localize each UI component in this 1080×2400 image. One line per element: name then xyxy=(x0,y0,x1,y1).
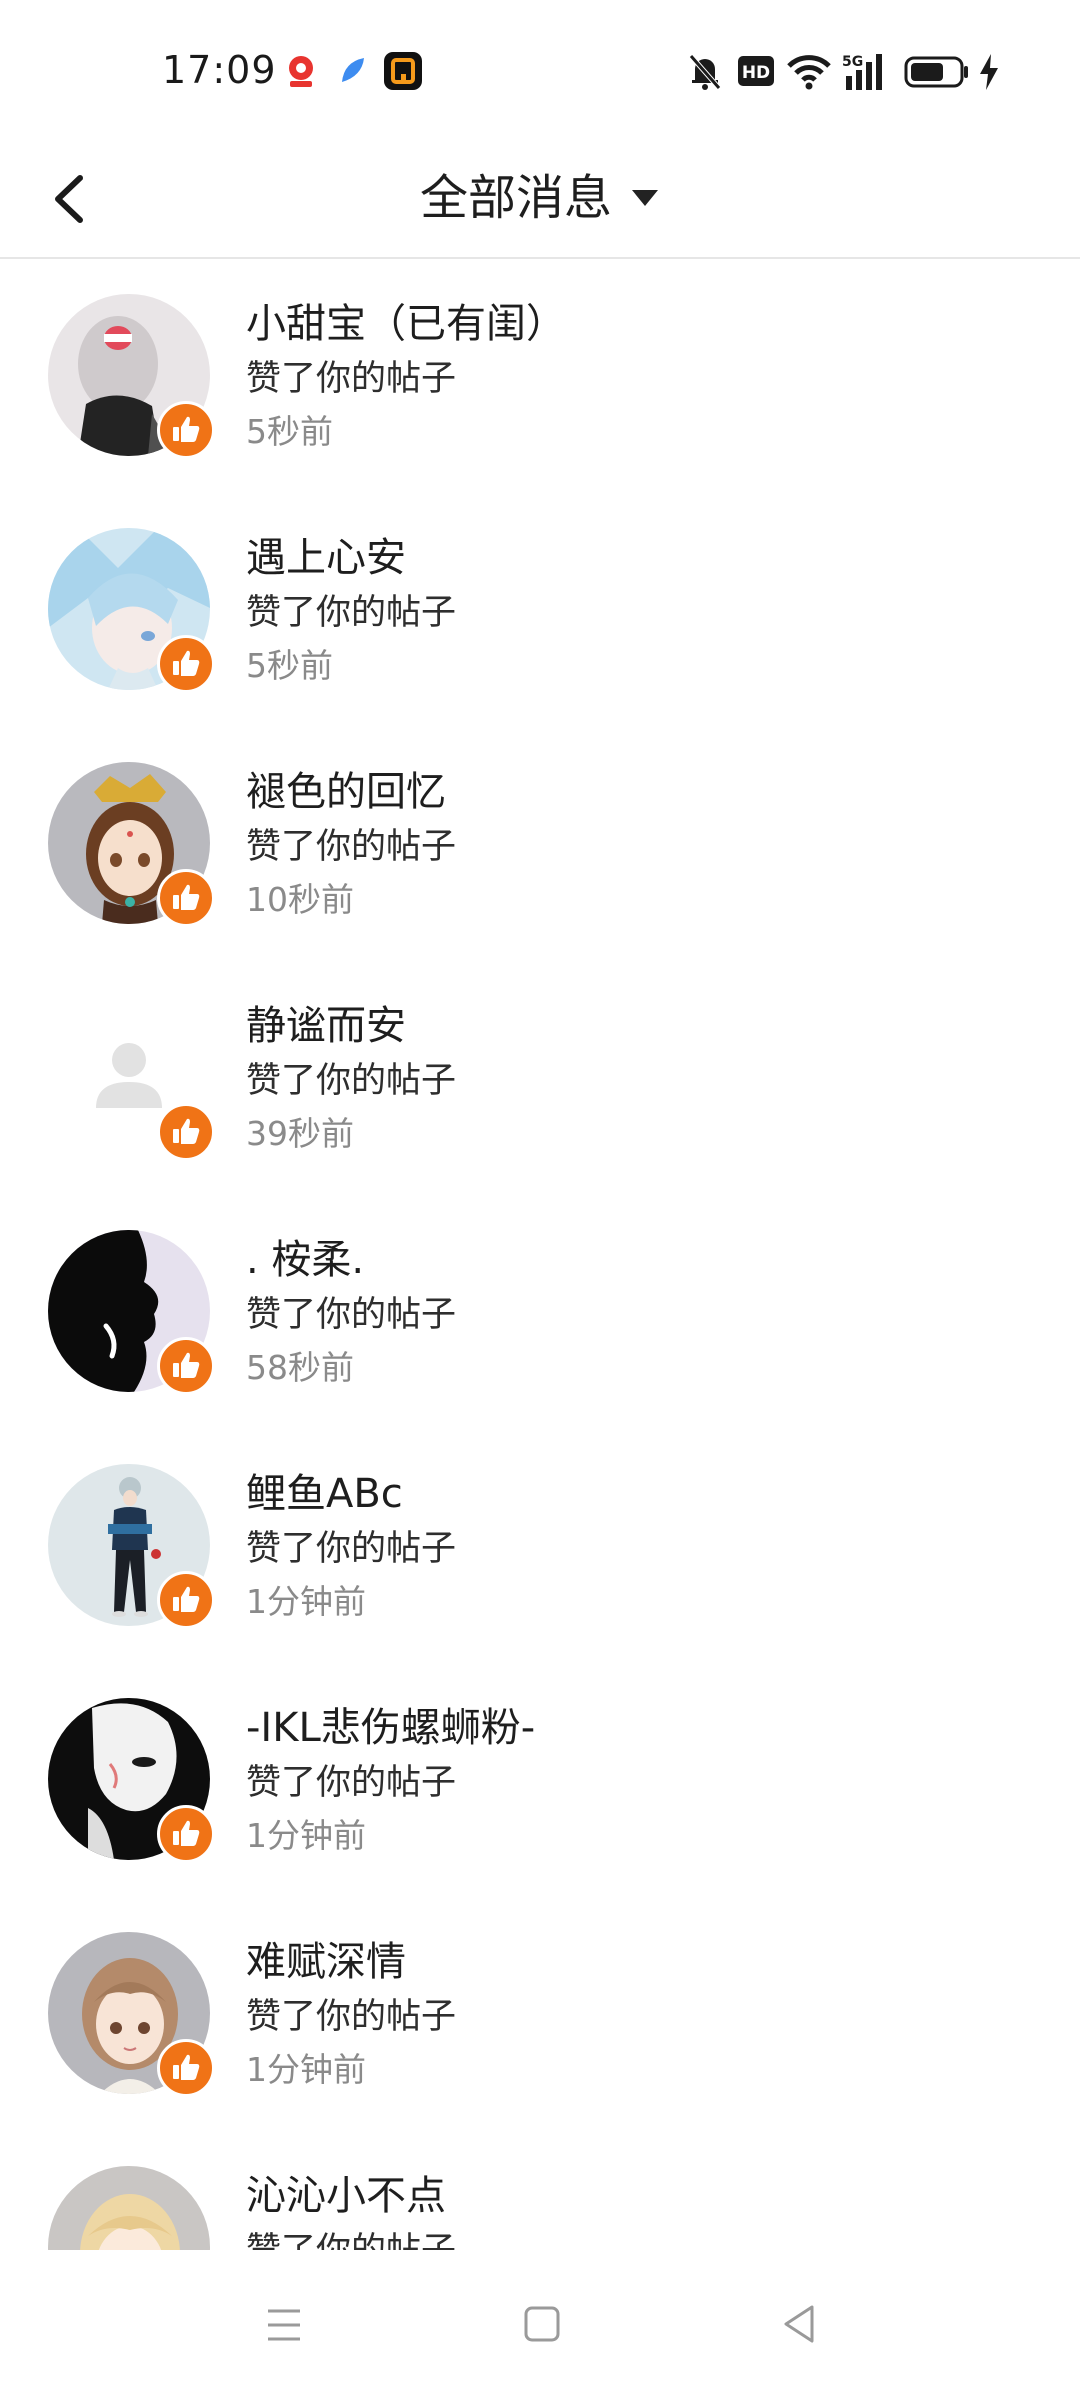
message-action: 赞了你的帖子 xyxy=(246,827,457,867)
message-item[interactable]: 静谧而安 赞了你的帖子 39秒前 xyxy=(0,961,1080,1195)
battery-icon xyxy=(904,56,970,88)
like-badge xyxy=(157,1571,215,1629)
like-badge xyxy=(157,1337,215,1395)
wifi-icon xyxy=(786,52,832,90)
page-title: 全部消息 xyxy=(419,170,612,226)
like-badge xyxy=(157,869,215,927)
thumbs-up-icon xyxy=(173,1118,200,1144)
charging-icon xyxy=(978,54,1000,90)
message-time: 39秒前 xyxy=(246,1114,354,1153)
sender-name: 沁沁小不点 xyxy=(246,2173,446,2219)
message-action: 赞了你的帖子 xyxy=(246,1763,457,1803)
sender-name: -IKL悲伤螺蛳粉- xyxy=(246,1705,536,1751)
caret-down-icon xyxy=(632,190,658,206)
message-filter-dropdown[interactable]: 全部消息 xyxy=(420,158,660,238)
menu-button[interactable] xyxy=(254,2295,314,2355)
hd-label: HD xyxy=(742,63,770,83)
thumbs-up-icon xyxy=(173,1820,200,1846)
message-time: 1分钟前 xyxy=(246,1816,366,1855)
home-button[interactable] xyxy=(512,2295,572,2355)
mute-bell-icon xyxy=(686,52,724,92)
like-badge xyxy=(157,401,215,459)
message-action: 赞了你的帖子 xyxy=(246,593,457,633)
message-item[interactable]: -IKL悲伤螺蛳粉- 赞了你的帖子 1分钟前 xyxy=(0,1663,1080,1897)
message-item[interactable]: 鲤鱼ABc 赞了你的帖子 1分钟前 xyxy=(0,1429,1080,1663)
sender-name: 难赋深情 xyxy=(246,1939,406,1985)
hd-icon: HD xyxy=(738,56,774,86)
sender-name: . 桉柔. xyxy=(246,1237,365,1283)
thumbs-up-icon xyxy=(173,650,200,676)
message-action: 赞了你的帖子 xyxy=(246,1997,457,2037)
like-badge xyxy=(157,1805,215,1863)
sender-name: 遇上心安 xyxy=(246,535,406,581)
like-badge xyxy=(157,635,215,693)
home-square-icon xyxy=(524,2306,560,2342)
message-time: 1分钟前 xyxy=(246,1582,366,1621)
back-nav-button[interactable] xyxy=(770,2295,830,2355)
menu-icon xyxy=(268,2309,300,2341)
message-item[interactable]: 遇上心安 赞了你的帖子 5秒前 xyxy=(0,493,1080,727)
sender-name: 鲤鱼ABc xyxy=(246,1471,403,1517)
message-time: 58秒前 xyxy=(246,1348,354,1387)
like-badge xyxy=(157,1103,215,1161)
message-action: 赞了你的帖子 xyxy=(246,359,457,399)
message-item[interactable]: 小甜宝（已有闺） 赞了你的帖子 5秒前 xyxy=(0,259,1080,493)
message-item[interactable]: 难赋深情 赞了你的帖子 1分钟前 xyxy=(0,1897,1080,2131)
message-time: 1分钟前 xyxy=(246,2050,366,2089)
blonde-girl-avatar[interactable] xyxy=(48,2166,210,2250)
message-action: 赞了你的帖子 xyxy=(246,1295,457,1335)
like-badge xyxy=(157,2039,215,2097)
message-item[interactable]: 沁沁小不点 赞了你的帖子 xyxy=(0,2131,1080,2250)
thumbs-up-icon xyxy=(173,1352,200,1378)
5g-signal-icon: 5G xyxy=(842,52,890,92)
message-item[interactable]: . 桉柔. 赞了你的帖子 58秒前 xyxy=(0,1195,1080,1429)
status-time: 17:09 xyxy=(162,48,277,92)
header-title-wrap: 全部消息 xyxy=(0,158,1080,238)
sender-name: 静谧而安 xyxy=(246,1003,406,1049)
message-time: 5秒前 xyxy=(246,412,333,451)
thumbs-up-icon xyxy=(173,416,200,442)
sender-name: 小甜宝（已有闺） xyxy=(246,301,566,347)
message-time: 5秒前 xyxy=(246,646,333,685)
message-item[interactable]: 褪色的回忆 赞了你的帖子 10秒前 xyxy=(0,727,1080,961)
message-time: 10秒前 xyxy=(246,880,354,919)
thumbs-up-icon xyxy=(173,1586,200,1612)
message-action: 赞了你的帖子 xyxy=(246,1061,457,1101)
message-action: 赞了你的帖子 xyxy=(246,1529,457,1569)
message-list: 小甜宝（已有闺） 赞了你的帖子 5秒前 遇上心安 赞了你的帖子 5秒前 褪色的回… xyxy=(0,259,1080,2250)
thumbs-up-icon xyxy=(173,884,200,910)
message-action: 赞了你的帖子 xyxy=(246,2222,456,2250)
thumbs-up-icon xyxy=(173,2054,200,2080)
system-nav-bar xyxy=(0,2250,1080,2400)
back-triangle-icon xyxy=(784,2305,814,2343)
orange-box-app-icon xyxy=(384,52,422,90)
network-label: 5G xyxy=(842,54,863,70)
header-bar: 全部消息 xyxy=(0,140,1080,259)
sender-name: 褪色的回忆 xyxy=(246,769,446,815)
feather-app-icon xyxy=(334,52,372,90)
map-app-icon xyxy=(282,52,320,90)
status-bar: 17:09 HD 5G xyxy=(0,0,1080,140)
